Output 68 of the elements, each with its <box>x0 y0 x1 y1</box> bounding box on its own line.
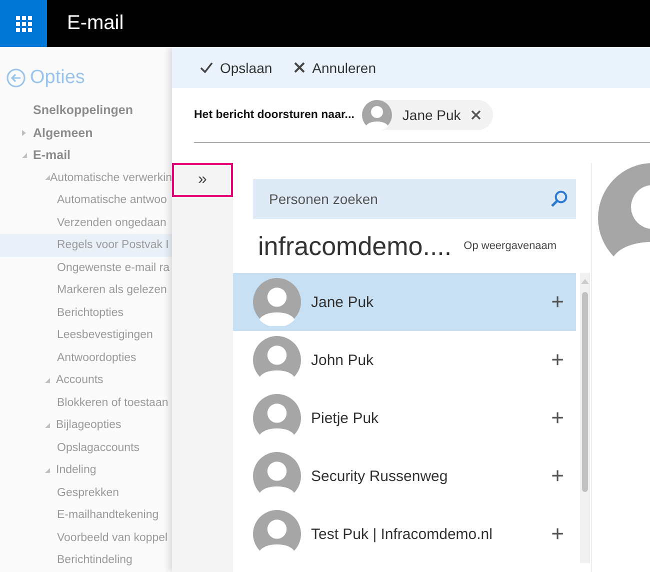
nav-item[interactable]: E-mail <box>0 144 172 166</box>
cancel-button[interactable]: Annuleren <box>294 60 376 76</box>
recipient-chip[interactable]: Jane Puk <box>362 100 493 130</box>
nav-item[interactable]: Ongewenste e-mail ra <box>0 256 172 279</box>
add-button[interactable]: + <box>551 523 564 545</box>
nav-item[interactable]: Antwoordopties <box>0 346 172 369</box>
person-name: Security Russenweg <box>311 468 449 484</box>
person-name: Jane Puk <box>311 294 375 310</box>
nav-item[interactable]: E-mailhandtekening <box>0 504 172 526</box>
scroll-up-icon[interactable] <box>581 279 589 284</box>
nav-item[interactable]: Algemeen <box>0 122 172 144</box>
expand-arrow-icon[interactable] <box>45 468 50 473</box>
avatar-icon <box>253 278 301 326</box>
avatar-icon <box>253 394 301 442</box>
person-name: John Puk <box>311 352 375 368</box>
person-row[interactable]: Pietje Puk + <box>233 389 576 447</box>
nav-item[interactable]: Accounts <box>0 369 172 392</box>
person-row[interactable]: Security Russenweg + <box>233 447 576 505</box>
scrollbar[interactable] <box>580 273 590 563</box>
nav-item[interactable]: Regels voor Postvak I <box>0 234 172 256</box>
add-button[interactable]: + <box>551 407 564 429</box>
app-title: E-mail <box>67 12 124 35</box>
avatar-icon <box>253 510 301 558</box>
close-icon <box>294 62 306 73</box>
grid-icon <box>16 16 32 32</box>
nav-item[interactable]: Blokkeren of toestaan <box>0 392 172 414</box>
avatar-icon <box>362 100 392 130</box>
nav-item[interactable]: Berichtindeling <box>0 549 172 572</box>
remove-icon[interactable] <box>470 110 481 120</box>
person-row[interactable]: Test Puk | Infracomdemo.nl + <box>233 505 576 563</box>
add-button[interactable]: + <box>551 291 564 313</box>
expand-arrow-icon[interactable] <box>45 378 50 383</box>
options-title: Opties <box>30 67 85 89</box>
nav-item[interactable]: Leesbevestigingen <box>0 324 172 346</box>
nav-item[interactable]: Automatische verwerkin <box>0 166 172 189</box>
search-field[interactable]: Personen zoeken <box>253 179 576 219</box>
search-icon[interactable] <box>550 190 568 208</box>
person-row[interactable]: Jane Puk + <box>233 273 576 331</box>
check-icon <box>200 62 213 73</box>
directory-heading: infracomdemo.... <box>258 230 452 262</box>
add-button[interactable]: + <box>551 349 564 371</box>
nav-item[interactable]: Bijlageopties <box>0 414 172 436</box>
sort-label[interactable]: Op weergavenaam <box>464 240 557 252</box>
nav-item[interactable]: Voorbeeld van koppel <box>0 526 172 549</box>
nav-item[interactable]: Automatische antwoo <box>0 189 172 212</box>
expand-arrow-icon[interactable] <box>45 175 50 180</box>
person-name: Pietje Puk <box>311 410 380 426</box>
nav-item[interactable]: Markeren als gelezen <box>0 279 172 302</box>
expand-arrow-icon[interactable] <box>45 422 50 428</box>
scroll-thumb[interactable] <box>582 292 588 492</box>
expand-arrow-icon[interactable] <box>22 152 27 158</box>
avatar-icon <box>253 452 301 500</box>
nav-item[interactable]: Gesprekken <box>0 482 172 504</box>
add-button[interactable]: + <box>551 465 564 487</box>
expand-arrow-icon[interactable] <box>22 130 26 136</box>
forward-to-label: Het bericht doorsturen naar... <box>194 109 354 121</box>
nav-item[interactable]: Indeling <box>0 459 172 482</box>
nav-item[interactable]: Snelkoppelingen <box>0 99 172 122</box>
expand-button[interactable]: » <box>172 163 233 197</box>
recipient-name: Jane Puk <box>402 107 461 123</box>
nav-item[interactable]: Berichtopties <box>0 302 172 324</box>
person-row[interactable]: John Puk + <box>233 331 576 389</box>
save-button[interactable]: Opslaan <box>200 60 272 76</box>
person-name: Test Puk | Infracomdemo.nl <box>311 526 494 542</box>
nav-item[interactable]: Verzenden ongedaan <box>0 212 172 234</box>
app-launcher-button[interactable] <box>0 0 47 47</box>
avatar-icon <box>253 336 301 384</box>
nav-item[interactable]: Opslagaccounts <box>0 436 172 459</box>
